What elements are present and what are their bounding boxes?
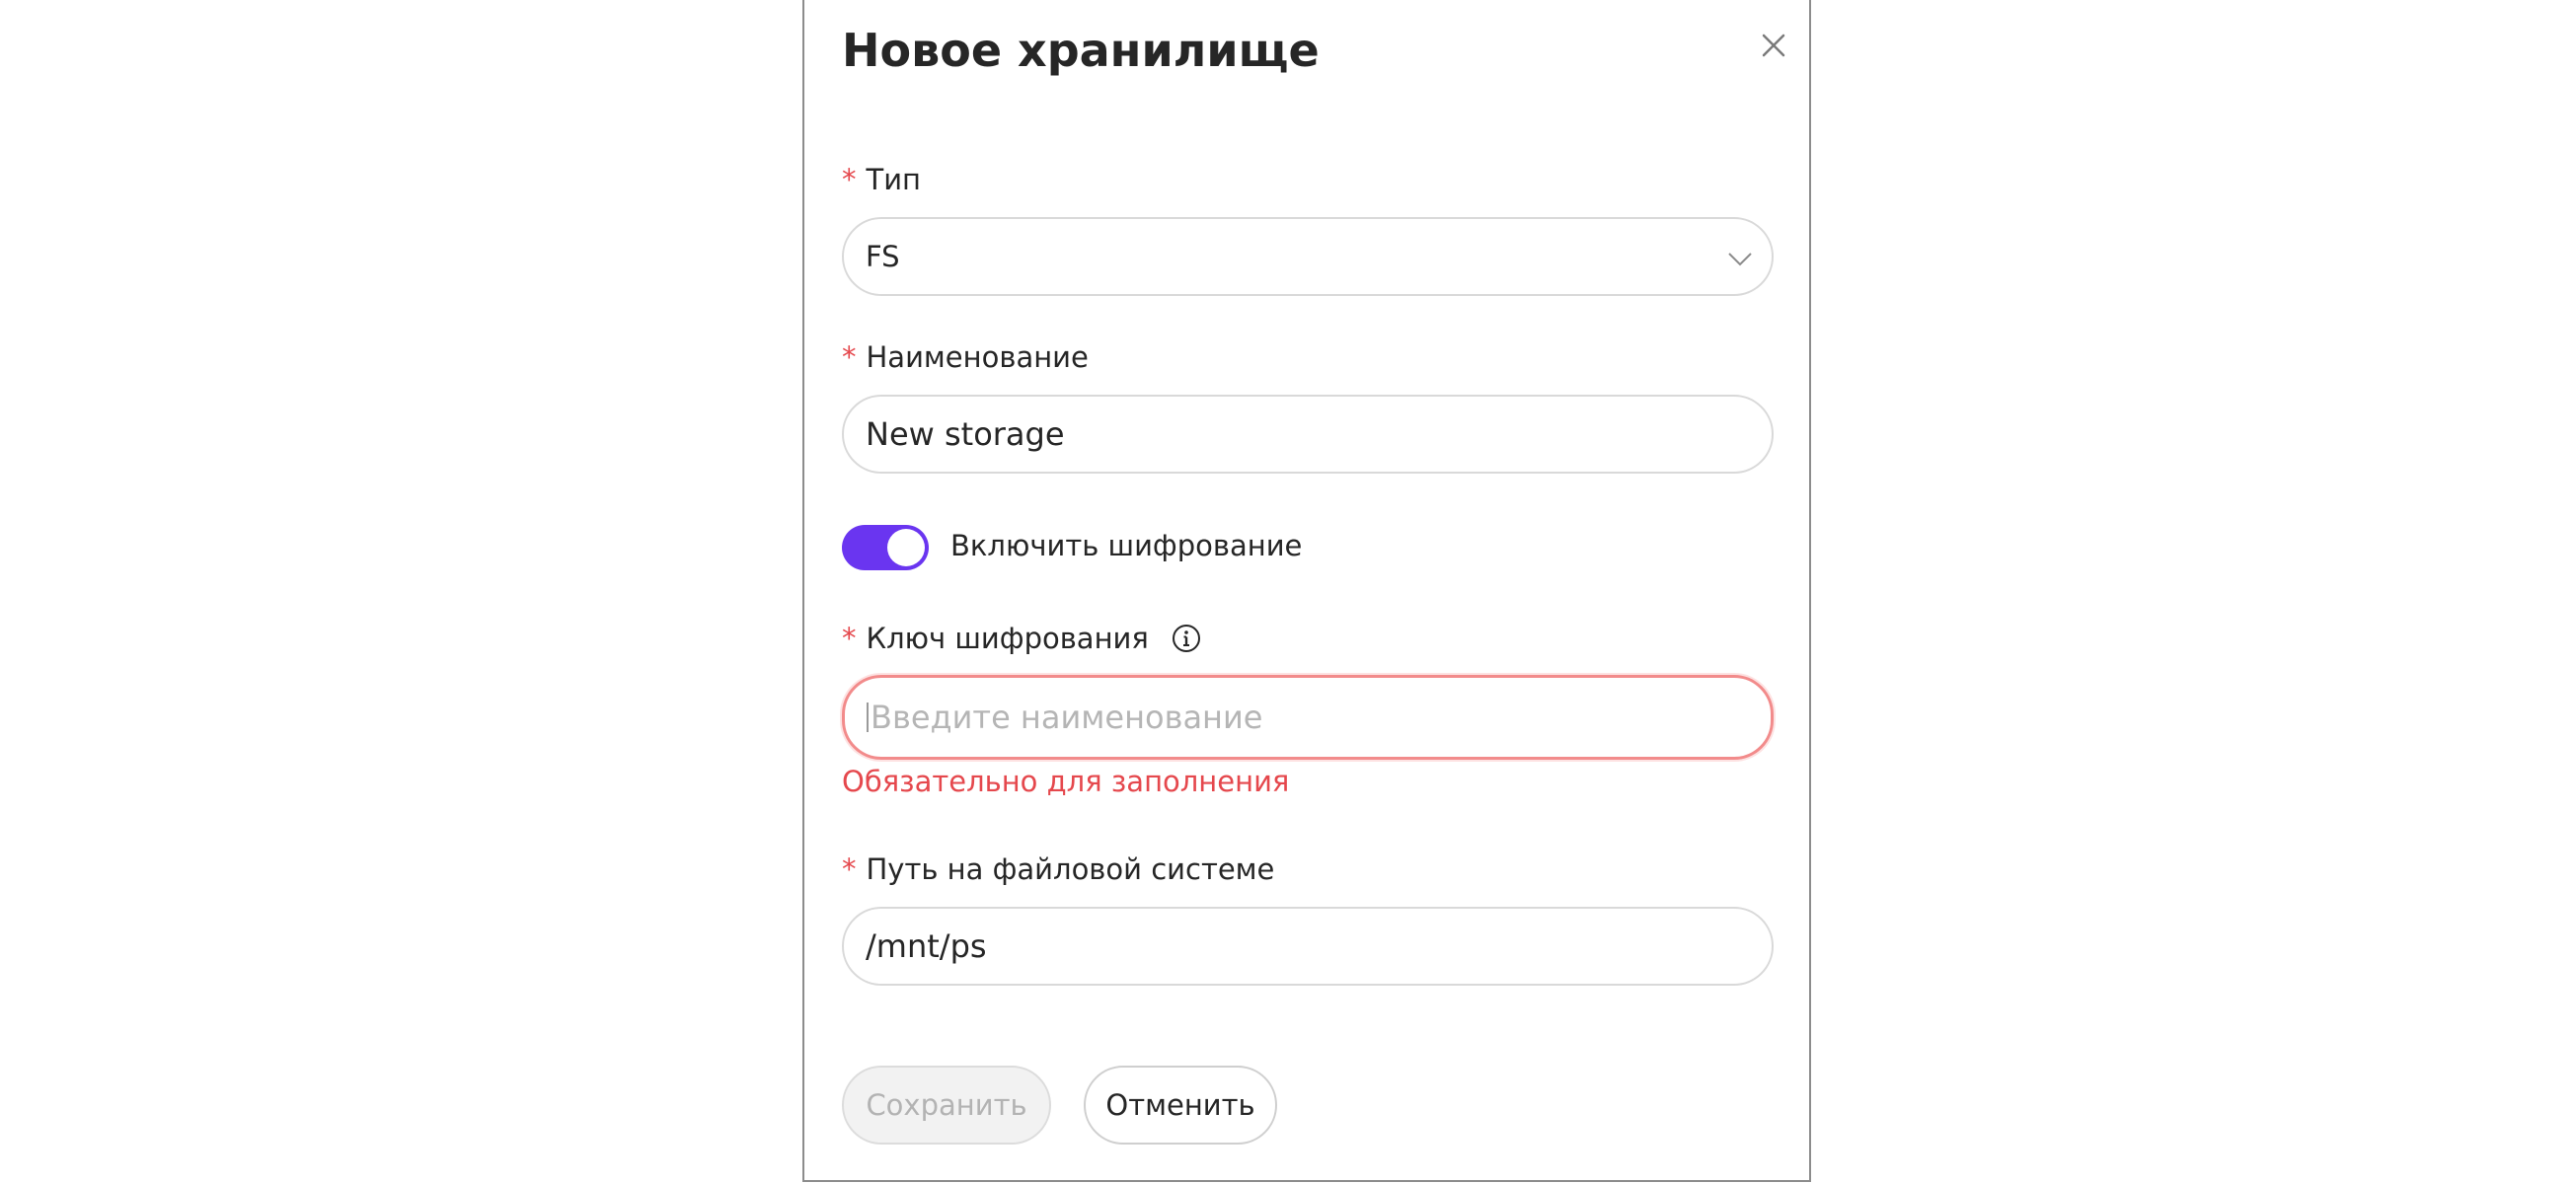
save-button[interactable]: Сохранить	[842, 1066, 1051, 1145]
fs-path-label: * Путь на файловой системе	[842, 850, 1274, 889]
required-mark: *	[842, 163, 857, 196]
required-mark: *	[842, 622, 857, 655]
type-select[interactable]: FS	[842, 217, 1774, 296]
text-caret	[867, 703, 869, 732]
name-label: * Наименование	[842, 337, 1089, 377]
required-mark: *	[842, 852, 857, 886]
name-label-text: Наименование	[866, 340, 1089, 374]
name-input[interactable]: New storage	[842, 395, 1774, 474]
encryption-toggle-label: Включить шифрование	[950, 529, 1303, 562]
type-label: * Тип	[842, 160, 921, 199]
encryption-key-placeholder: Введите наименование	[871, 699, 1263, 736]
type-label-text: Тип	[866, 163, 922, 196]
cancel-button[interactable]: Отменить	[1084, 1066, 1277, 1145]
name-input-value: New storage	[866, 415, 1065, 453]
encryption-toggle[interactable]	[842, 525, 929, 570]
close-button[interactable]	[1754, 26, 1793, 65]
encryption-key-error: Обязательно для заполнения	[842, 765, 1290, 798]
dialog-title: Новое хранилище	[842, 24, 1320, 77]
new-storage-dialog: Новое хранилище * Тип FS * Наименование …	[802, 0, 1811, 1182]
encryption-key-label: * Ключ шифрования	[842, 619, 1202, 658]
encryption-key-input[interactable]: Введите наименование	[842, 675, 1774, 760]
fs-path-input[interactable]: /mnt/ps	[842, 907, 1774, 986]
encryption-key-label-text: Ключ шифрования	[866, 622, 1149, 655]
toggle-knob	[887, 529, 925, 566]
type-select-value: FS	[866, 240, 900, 273]
required-mark: *	[842, 340, 857, 374]
info-icon[interactable]	[1171, 623, 1202, 654]
close-icon	[1762, 34, 1785, 57]
chevron-down-icon	[1728, 253, 1752, 266]
fs-path-label-text: Путь на файловой системе	[866, 852, 1275, 886]
fs-path-input-value: /mnt/ps	[866, 927, 987, 965]
